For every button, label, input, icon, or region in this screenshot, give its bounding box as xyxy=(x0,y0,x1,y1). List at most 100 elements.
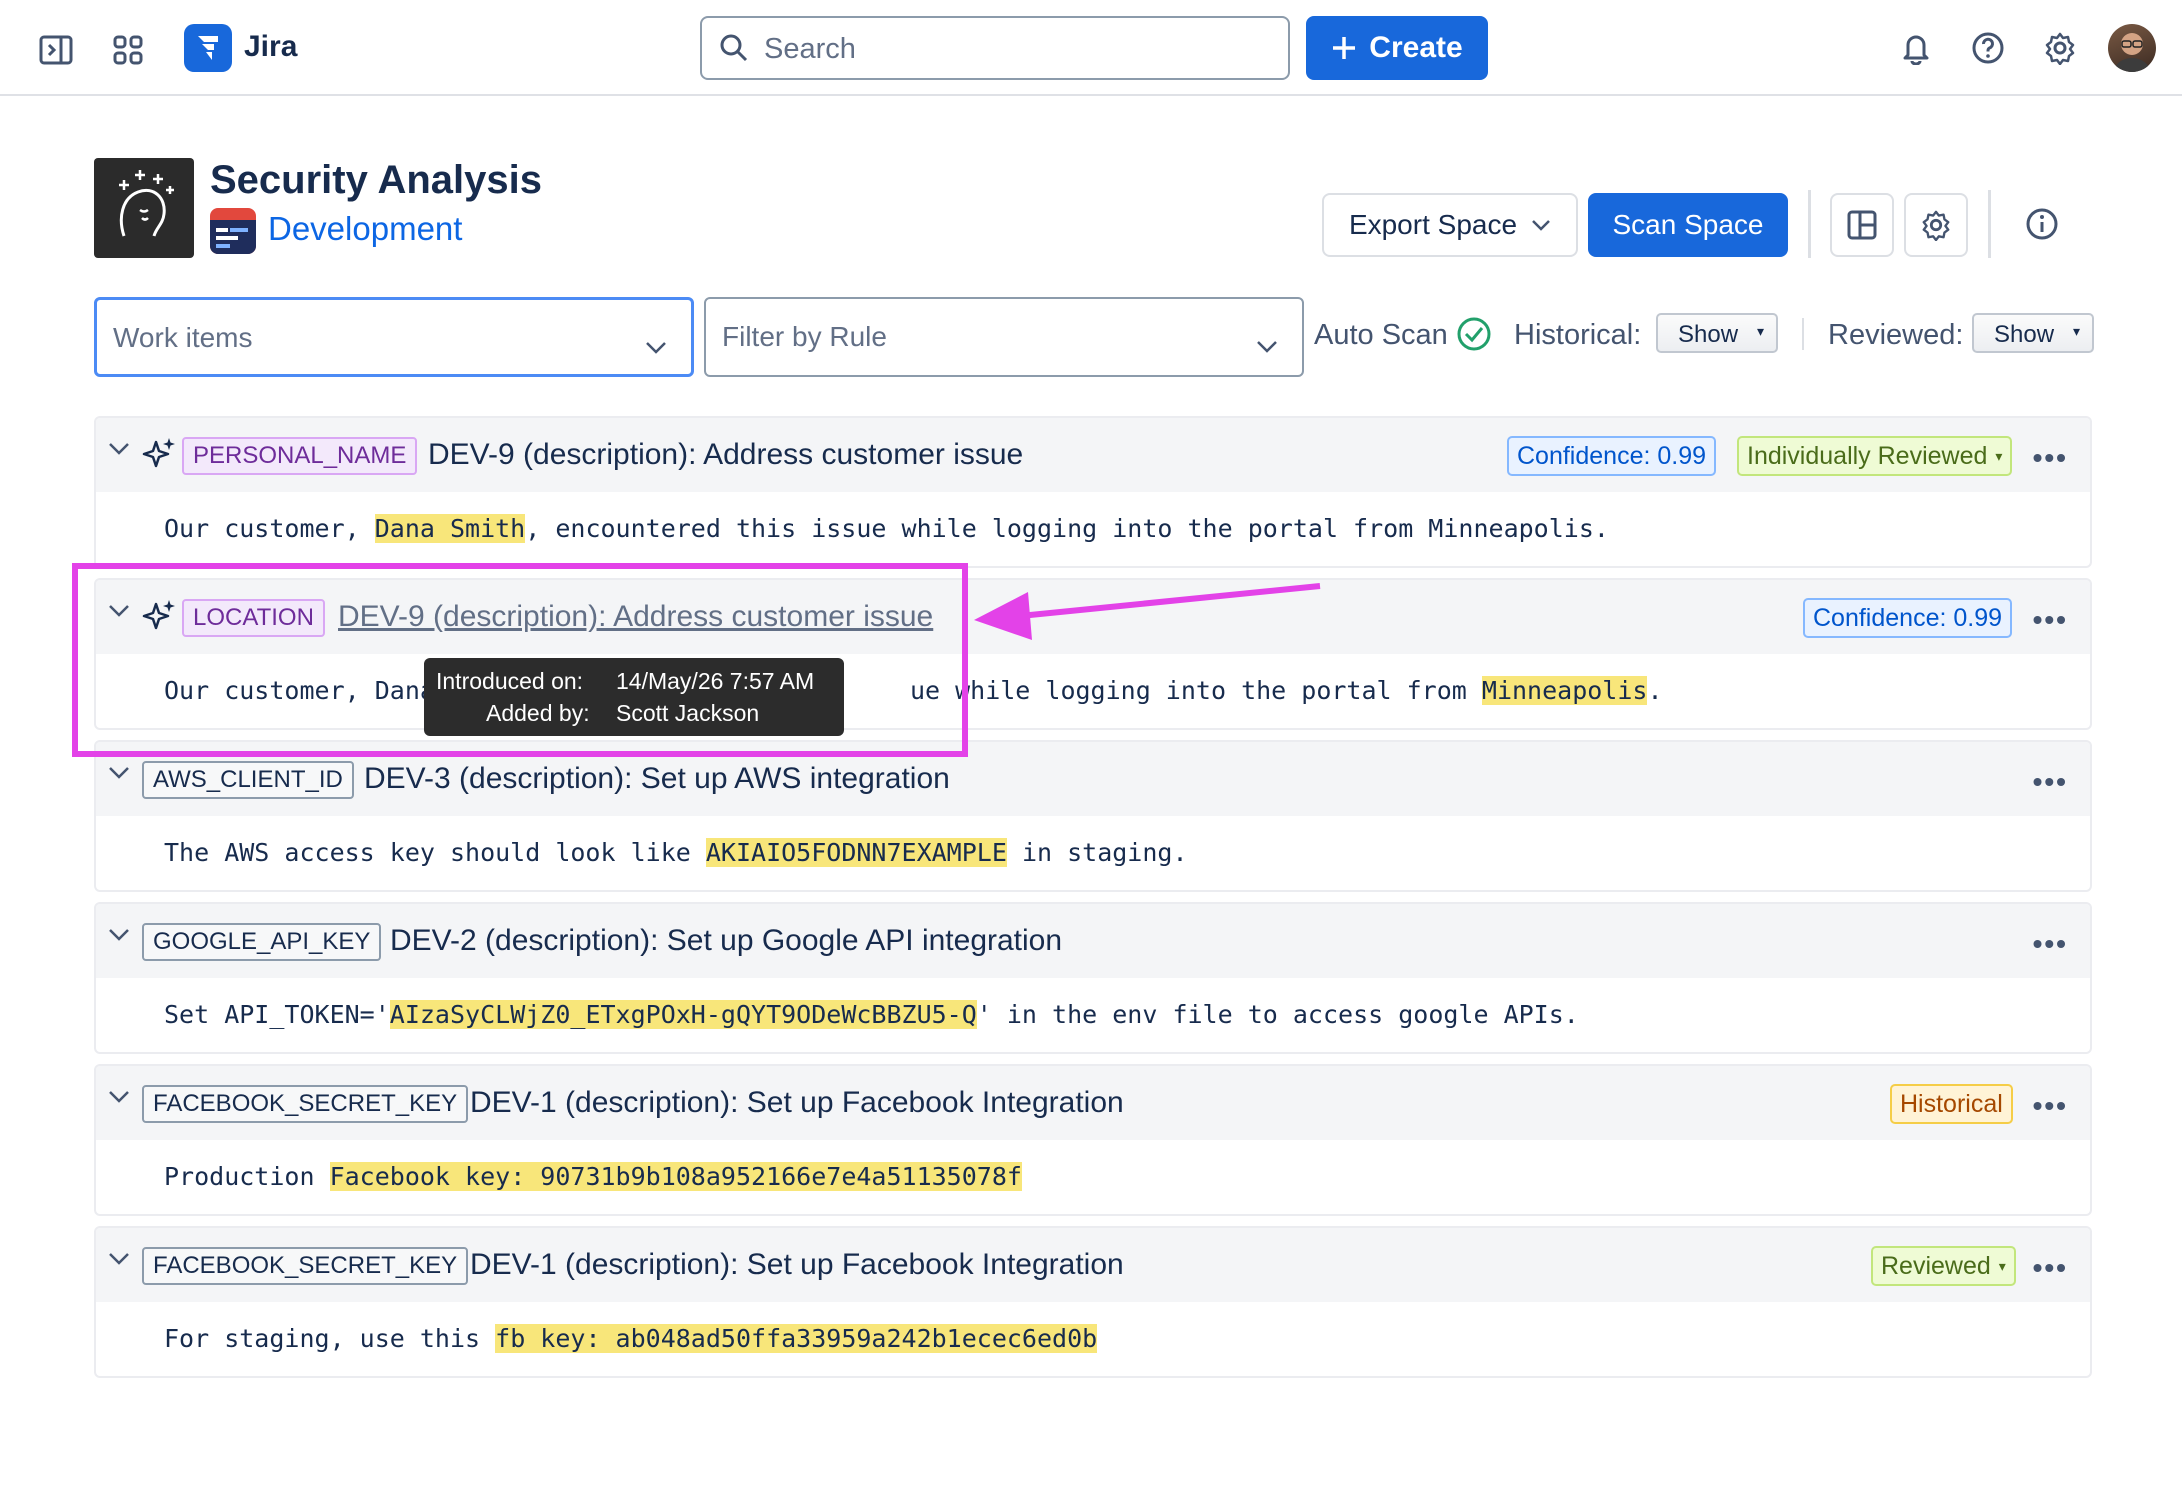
snippet-highlight: Minneapolis xyxy=(1481,676,1648,705)
notifications-bell-icon[interactable] xyxy=(1896,28,1936,68)
snippet-text: . xyxy=(1647,676,1663,705)
snippet-highlight: AIzaSyCLWjZ0_ETxgPOxH-gQYT9ODeWcBBZU5-Q xyxy=(389,1000,977,1029)
chevron-down-icon xyxy=(1531,219,1551,231)
chevron-down-icon[interactable] xyxy=(108,928,130,947)
layout-panel-icon xyxy=(1847,210,1877,240)
finding-title[interactable]: DEV-9 (description): Address customer is… xyxy=(428,438,1023,472)
finding-snippet: Our customer, Dana Smith, encountered th… xyxy=(164,514,1609,543)
auto-scan-check-icon xyxy=(1456,316,1492,357)
snippet-text: Our customer, xyxy=(164,514,375,543)
finding-title[interactable]: DEV-3 (description): Set up AWS integrat… xyxy=(364,762,950,796)
finding-title[interactable]: DEV-1 (description): Set up Facebook Int… xyxy=(470,1086,1124,1120)
reviewed-value: Show xyxy=(1994,321,2055,348)
confidence-badge: Confidence: 0.99 xyxy=(1507,436,1717,476)
finding-card: AWS_CLIENT_ID DEV-3 (description): Set u… xyxy=(94,740,2092,892)
snippet-text: in staging. xyxy=(1006,838,1188,867)
toolbar-divider xyxy=(1988,190,1991,258)
search-input[interactable] xyxy=(762,28,1266,70)
sidebar-toggle-icon[interactable] xyxy=(36,30,76,70)
info-icon[interactable] xyxy=(2022,204,2062,244)
app-switcher-icon[interactable] xyxy=(108,30,148,70)
rule-tag: GOOGLE_API_KEY xyxy=(142,923,382,961)
more-actions-icon[interactable]: ••• xyxy=(2033,928,2068,960)
snippet-text: The AWS access key should look like xyxy=(164,838,706,867)
ai-sparkle-icon xyxy=(142,436,178,477)
finding-header[interactable]: GOOGLE_API_KEY DEV-2 (description): Set … xyxy=(96,904,2090,978)
finding-card: FACEBOOK_SECRET_KEY DEV-1 (description):… xyxy=(94,1226,2092,1378)
review-status-badge[interactable]: Reviewed ▾ xyxy=(1871,1246,2016,1286)
plus-icon xyxy=(1331,35,1357,61)
layout-panel-button[interactable] xyxy=(1830,193,1894,257)
jira-logo-icon[interactable] xyxy=(184,24,232,72)
help-icon[interactable] xyxy=(1968,28,2008,68)
finding-snippet: For staging, use this fb key: ab048ad50f… xyxy=(164,1324,1098,1353)
finding-snippet: Set API_TOKEN='AIzaSyCLWjZ0_ETxgPOxH-gQY… xyxy=(164,1000,1579,1029)
rule-tag: FACEBOOK_SECRET_KEY xyxy=(142,1247,469,1285)
chevron-down-icon[interactable] xyxy=(108,1090,130,1109)
finding-snippet: Production Facebook key: 90731b9b108a952… xyxy=(164,1162,1022,1191)
rule-tag: AWS_CLIENT_ID xyxy=(142,761,354,799)
chevron-down-icon[interactable] xyxy=(108,1252,130,1271)
finding-header[interactable]: FACEBOOK_SECRET_KEY DEV-1 (description):… xyxy=(96,1066,2090,1140)
gear-icon xyxy=(1920,209,1952,241)
export-space-button[interactable]: Export Space xyxy=(1322,193,1578,257)
snippet-text: Set API_TOKEN=' xyxy=(164,1000,390,1029)
work-items-select[interactable]: Work items xyxy=(94,297,694,377)
scan-space-label: Scan Space xyxy=(1612,209,1764,240)
work-items-value: Work items xyxy=(113,322,253,353)
finding-card: PERSONAL_NAME DEV-9 (description): Addre… xyxy=(94,416,2092,568)
space-settings-button[interactable] xyxy=(1904,193,1968,257)
historical-label: Historical: xyxy=(1514,319,1642,351)
page-title: Security Analysis xyxy=(210,158,543,202)
search-icon xyxy=(718,32,750,69)
more-actions-icon[interactable]: ••• xyxy=(2033,766,2068,798)
snippet-highlight: Facebook key: 90731b9b108a952166e7e4a511… xyxy=(329,1162,1022,1191)
dropdown-arrow-icon: ▾ xyxy=(1995,447,2003,464)
confidence-badge: Confidence: 0.99 xyxy=(1803,598,2013,638)
user-avatar[interactable] xyxy=(2108,24,2156,72)
finding-title[interactable]: DEV-1 (description): Set up Facebook Int… xyxy=(470,1248,1124,1282)
review-status-label: Individually Reviewed xyxy=(1747,441,1988,470)
historical-select[interactable]: Show ▾ xyxy=(1656,313,1778,353)
more-actions-icon[interactable]: ••• xyxy=(2033,442,2068,474)
chevron-down-icon xyxy=(645,330,667,362)
finding-header[interactable]: FACEBOOK_SECRET_KEY DEV-1 (description):… xyxy=(96,1228,2090,1302)
chevron-down-icon[interactable] xyxy=(108,442,130,461)
dropdown-arrow-icon: ▾ xyxy=(1756,323,1764,339)
security-app-logo xyxy=(94,158,194,258)
filter-by-rule-select[interactable]: Filter by Rule xyxy=(704,297,1304,377)
snippet-text: ' in the env file to access google APIs. xyxy=(976,1000,1579,1029)
filter-by-rule-placeholder: Filter by Rule xyxy=(722,321,887,352)
space-link[interactable]: Development xyxy=(268,210,462,248)
app-name[interactable]: Jira xyxy=(244,30,297,64)
reviewed-select[interactable]: Show ▾ xyxy=(1972,313,2094,353)
review-status-label: Reviewed xyxy=(1881,1251,1991,1280)
search-box[interactable] xyxy=(700,16,1290,80)
export-space-label: Export Space xyxy=(1348,209,1518,240)
chevron-down-icon[interactable] xyxy=(108,766,130,785)
snippet-text: , encountered this issue while logging i… xyxy=(525,514,1609,543)
create-button[interactable]: Create xyxy=(1306,16,1488,80)
finding-snippet: The AWS access key should look like AKIA… xyxy=(164,838,1188,867)
settings-gear-icon[interactable] xyxy=(2040,28,2080,68)
auto-scan-label: Auto Scan xyxy=(1314,319,1448,351)
filter-divider xyxy=(1802,318,1804,350)
dropdown-arrow-icon: ▾ xyxy=(1998,1257,2006,1274)
snippet-highlight: AKIAIO5FODNN7EXAMPLE xyxy=(705,838,1007,867)
snippet-text: Production xyxy=(164,1162,330,1191)
review-status-badge[interactable]: Individually Reviewed ▾ xyxy=(1737,436,2013,476)
more-actions-icon[interactable]: ••• xyxy=(2033,1090,2068,1122)
annotation-arrow xyxy=(974,583,1321,640)
more-actions-icon[interactable]: ••• xyxy=(2033,604,2068,636)
finding-header[interactable]: PERSONAL_NAME DEV-9 (description): Addre… xyxy=(96,418,2090,492)
rule-tag: FACEBOOK_SECRET_KEY xyxy=(142,1085,469,1123)
dropdown-arrow-icon: ▾ xyxy=(2072,323,2080,339)
space-icon xyxy=(210,208,256,254)
historical-value: Show xyxy=(1678,321,1739,348)
more-actions-icon[interactable]: ••• xyxy=(2033,1252,2068,1284)
scan-space-button[interactable]: Scan Space xyxy=(1588,193,1788,257)
reviewed-label: Reviewed: xyxy=(1828,319,1964,351)
finding-title[interactable]: DEV-2 (description): Set up Google API i… xyxy=(390,924,1062,958)
snippet-highlight: fb key: ab048ad50ffa33959a242b1ecec6ed0b xyxy=(495,1324,1098,1353)
rule-tag: PERSONAL_NAME xyxy=(182,437,418,475)
